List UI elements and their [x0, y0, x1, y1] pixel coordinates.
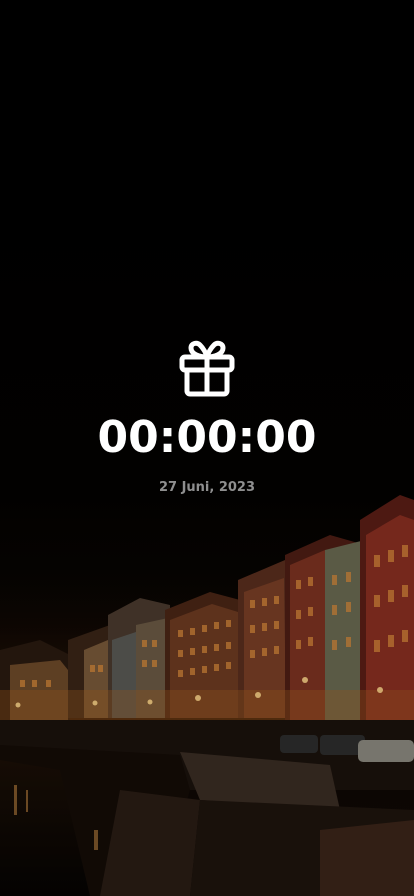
countdown-screen: 00:00:00 27 Juni, 2023 [0, 0, 414, 896]
countdown-date: 27 Juni, 2023 [158, 480, 256, 495]
gift-icon [179, 340, 235, 397]
countdown-timer: 00:00:00 [97, 412, 317, 463]
countdown-block: 00:00:00 27 Juni, 2023 [0, 340, 414, 496]
